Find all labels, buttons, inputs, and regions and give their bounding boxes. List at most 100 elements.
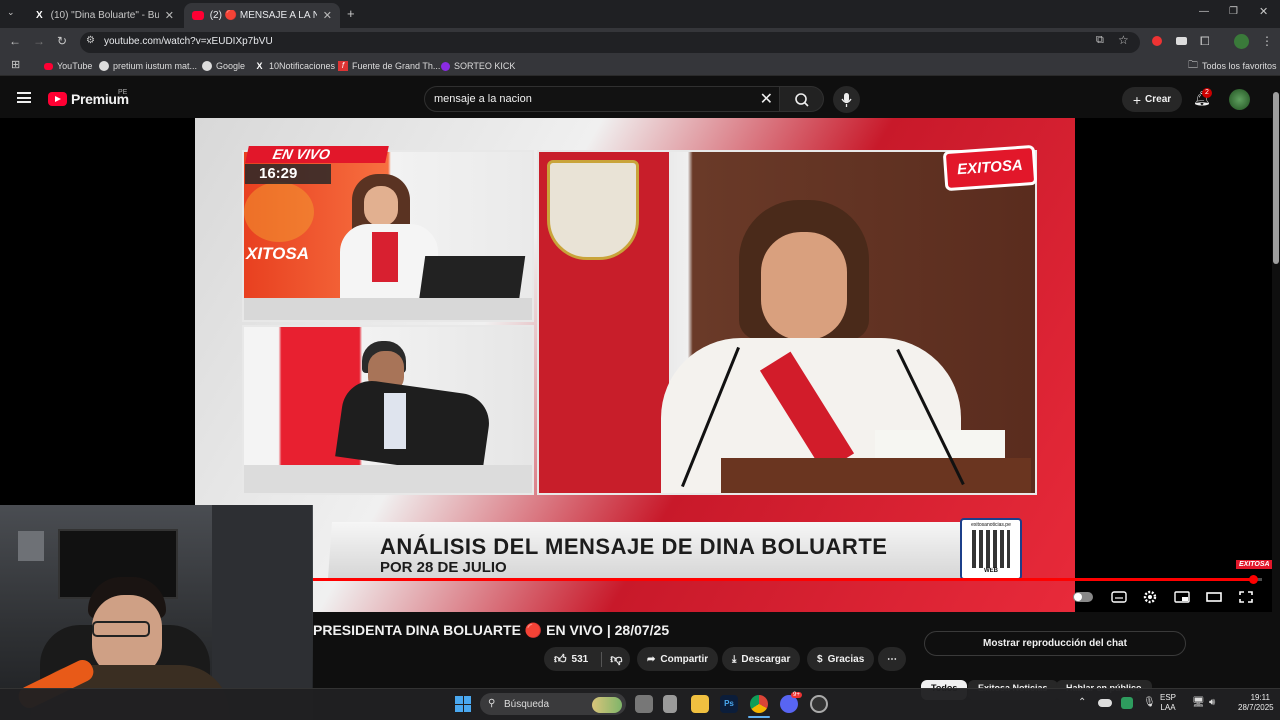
maximize-icon[interactable]: ❐ — [1229, 6, 1238, 17]
chrome-icon[interactable] — [750, 695, 768, 713]
close-tab-icon[interactable]: ✕ — [323, 9, 332, 22]
host-face — [364, 186, 398, 226]
extension-red-icon[interactable] — [1152, 36, 1162, 46]
microphone-tray-icon[interactable]: 🎙︎ — [1143, 697, 1156, 708]
download-button[interactable]: ⤓ Descargar — [722, 647, 801, 671]
more-actions-button[interactable]: ⋯ — [878, 647, 906, 671]
all-bookmarks-folder[interactable]: 🗀 Todos los favoritos — [1188, 58, 1277, 74]
autoplay-toggle[interactable] — [1073, 592, 1093, 602]
google-icon — [99, 61, 109, 71]
coat-of-arms — [547, 160, 639, 260]
clear-search-icon[interactable]: ✕ — [760, 89, 773, 109]
region-code: PE — [118, 89, 128, 96]
tab-x-search[interactable]: X (10) "Dina Boluarte" - Buscar / X ✕ — [26, 3, 182, 28]
close-tab-icon[interactable]: ✕ — [165, 9, 174, 22]
thanks-button[interactable]: $ Gracias — [807, 647, 875, 671]
speaker-face — [761, 232, 847, 340]
theater-mode-icon[interactable] — [1205, 589, 1223, 605]
input-language[interactable]: ESP LAA — [1160, 693, 1176, 713]
site-info-icon[interactable]: ⚙ — [86, 35, 95, 46]
subtitles-icon[interactable] — [1110, 589, 1128, 605]
weather-cloud-icon[interactable] — [1098, 699, 1112, 707]
miniplayer-icon[interactable] — [1173, 589, 1191, 605]
progress-played[interactable] — [313, 578, 1253, 581]
bookmark-sorteo-kick[interactable]: SORTEO KICK — [441, 58, 515, 74]
voice-search-button[interactable] — [833, 86, 860, 113]
install-app-icon[interactable]: ⧉ — [1096, 34, 1104, 47]
share-button[interactable]: ➦ Compartir — [637, 647, 719, 671]
analyst-suit — [335, 377, 493, 477]
search-input[interactable]: mensaje a la nacion ✕ — [424, 86, 780, 112]
progress-scrubber[interactable] — [1248, 575, 1258, 584]
youtube-icon — [44, 62, 53, 70]
podium — [721, 458, 1031, 493]
like-dislike-button[interactable]: 👍︎ 531 👎︎ — [544, 647, 630, 671]
reload-icon[interactable]: ↻ — [57, 34, 67, 48]
extension-card-icon[interactable] — [1176, 37, 1187, 45]
bookmark-youtube[interactable]: YouTube — [44, 58, 92, 74]
file-explorer-icon[interactable] — [691, 695, 709, 713]
headline-line-1: ANÁLISIS DEL MENSAJE DE DINA BOLUARTE — [380, 534, 888, 559]
minimize-icon[interactable]: — — [1199, 6, 1209, 17]
thumbs-down-icon[interactable]: 👎︎ — [601, 651, 622, 667]
tab-title: (10) "Dina Boluarte" - Buscar / X — [50, 10, 159, 21]
security-shield-icon[interactable] — [1121, 697, 1133, 709]
extensions-puzzle-icon[interactable]: ⧠ — [1200, 34, 1210, 49]
search-button[interactable] — [780, 86, 824, 112]
photoshop-icon[interactable]: Ps — [720, 695, 738, 713]
qr-label: WEB — [984, 568, 998, 574]
tab-search-chevron-icon[interactable]: ⌄ — [7, 7, 15, 18]
tab-youtube-mensaje[interactable]: (2) 🔴 MENSAJE A LA NACIÓN ✕ — [184, 3, 340, 28]
apps-grid-icon[interactable]: ⊞ — [11, 58, 20, 71]
bookmark-google[interactable]: Google — [202, 58, 245, 74]
share-arrow-icon: ➦ — [647, 653, 656, 665]
profile-avatar[interactable] — [1234, 34, 1249, 49]
url-text[interactable]: youtube.com/watch?v=xEUDIXp7bVU — [104, 36, 273, 47]
exitosa-logo: EXITOSA — [942, 144, 1038, 192]
studio-analyst-panel — [242, 325, 534, 495]
headline-line-2: POR 28 DE JULIO — [380, 559, 507, 576]
bookmark-fuente[interactable]: f Fuente de Grand Th... — [338, 58, 440, 74]
qr-code: exitosanoticias.pe WEB — [960, 518, 1022, 580]
fullscreen-icon[interactable] — [1237, 589, 1255, 605]
clock-date[interactable]: 19:11 28/7/2025 — [1238, 693, 1274, 713]
youtube-premium-logo[interactable]: Premium — [48, 91, 129, 107]
search-icon: ⚲ — [488, 698, 496, 709]
create-button[interactable]: + Crear — [1122, 87, 1182, 112]
video-title: PRESIDENTA DINA BOLUARTE 🔴 EN VIVO | 28/… — [313, 622, 670, 638]
show-chat-replay-button[interactable]: Mostrar reproducción del chat — [924, 631, 1186, 656]
bookmark-star-icon[interactable]: ☆ — [1118, 33, 1129, 47]
studio-logo-text: XITOSA — [246, 244, 309, 263]
file-icon[interactable] — [663, 695, 677, 713]
tray-chevron-icon[interactable]: ⌃ — [1078, 697, 1086, 708]
scrollbar-thumb[interactable] — [1273, 92, 1279, 264]
hamburger-menu-icon[interactable] — [17, 92, 31, 103]
settings-gear-icon[interactable] — [1141, 589, 1159, 605]
bookmark-notificaciones[interactable]: X 10Notificaciones — [254, 58, 335, 74]
x-logo-icon: X — [35, 10, 43, 21]
network-icon[interactable]: 🖥︎ — [1192, 697, 1205, 708]
youtube-icon — [192, 11, 204, 20]
wall-switch — [18, 531, 44, 561]
thumbs-up-icon: 👍︎ — [554, 651, 567, 666]
back-icon[interactable]: ← — [9, 34, 21, 48]
download-icon: ⤓ — [732, 653, 737, 665]
volume-icon[interactable]: 🔊︎ — [1209, 697, 1215, 708]
chrome-menu-icon[interactable]: ⋮ — [1261, 34, 1273, 48]
forward-icon[interactable]: → — [33, 34, 45, 48]
new-tab-icon[interactable]: + — [347, 6, 355, 21]
windows-start-icon[interactable] — [455, 696, 471, 712]
more-horizontal-icon: ⋯ — [887, 653, 897, 665]
close-window-icon[interactable]: ✕ — [1259, 5, 1268, 18]
bookmark-pretium[interactable]: pretium iustum mat... — [99, 58, 197, 74]
task-view-icon[interactable] — [635, 695, 653, 713]
discord-badge: 9+ — [791, 692, 802, 698]
live-badge: EN VIVO — [245, 146, 389, 163]
obs-icon[interactable] — [810, 695, 828, 713]
search-query: mensaje a la nacion — [434, 93, 532, 105]
account-avatar[interactable] — [1229, 89, 1250, 110]
studio-desk — [244, 298, 532, 320]
folder-icon: 🗀 — [1188, 59, 1198, 71]
youtube-play-icon — [48, 92, 67, 106]
host-top — [372, 232, 398, 282]
